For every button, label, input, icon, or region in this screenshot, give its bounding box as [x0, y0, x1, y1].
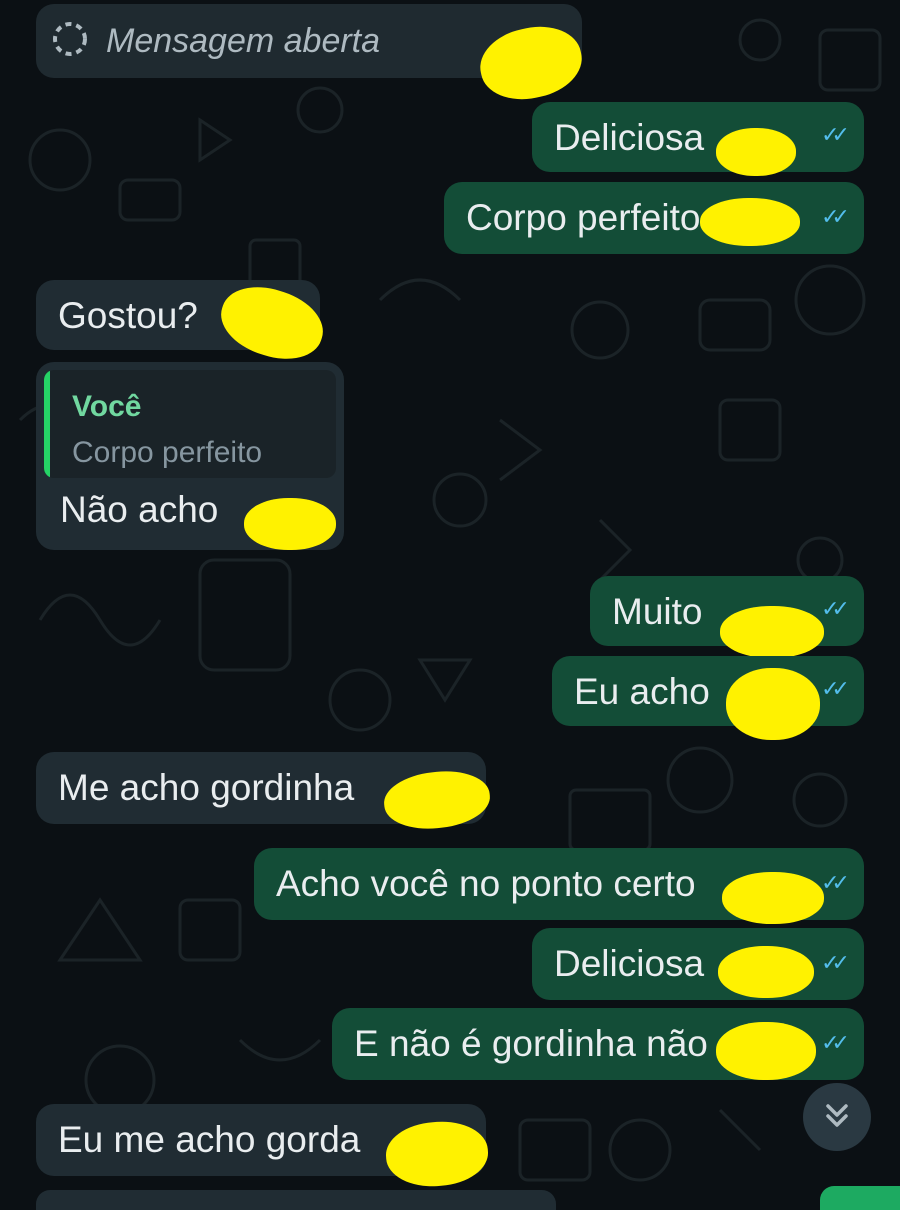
quote-accent-bar	[44, 370, 50, 478]
double-check-icon: ✓✓	[821, 677, 850, 702]
message-text: Corpo perfeito	[466, 197, 701, 238]
redaction-mark	[726, 668, 820, 740]
message-bubble-outgoing[interactable]: Deliciosa ✓✓	[532, 102, 864, 172]
message-text: Não acho	[60, 489, 219, 530]
quoted-message[interactable]: Você Corpo perfeito	[44, 370, 336, 478]
message-text: Muito	[612, 591, 703, 632]
message-text: Me acho gordinha	[58, 767, 355, 808]
view-once-icon	[50, 19, 90, 64]
redaction-mark	[716, 1022, 816, 1080]
message-text: Gostou?	[58, 295, 198, 336]
message-text: Eu me acho gorda	[58, 1119, 361, 1160]
redaction-mark	[700, 198, 800, 246]
redaction-mark	[722, 872, 824, 924]
redaction-mark	[718, 946, 814, 998]
view-once-label: Mensagem aberta	[106, 21, 381, 60]
quote-author: Você	[72, 390, 142, 423]
message-bubble-outgoing[interactable]: Corpo perfeito ✓✓	[444, 182, 864, 254]
message-text: Acho você no ponto certo	[276, 863, 696, 904]
message-text: Deliciosa	[554, 117, 705, 158]
message-text: Eu acho	[574, 671, 710, 712]
double-check-icon: ✓✓	[821, 123, 850, 148]
redaction-mark	[716, 128, 796, 176]
double-check-icon: ✓✓	[821, 205, 850, 230]
fab-edge[interactable]	[820, 1186, 900, 1210]
double-check-icon: ✓✓	[821, 871, 850, 896]
next-message-edge	[36, 1190, 556, 1210]
double-check-icon: ✓✓	[821, 951, 850, 976]
quote-text: Corpo perfeito	[72, 436, 263, 469]
redaction-mark	[244, 498, 336, 550]
message-text: E não é gordinha não	[354, 1023, 708, 1064]
scroll-to-bottom-button[interactable]	[803, 1083, 871, 1151]
redaction-mark	[720, 606, 824, 658]
message-bubble-outgoing[interactable]: Deliciosa ✓✓	[532, 928, 864, 1000]
message-text: Deliciosa	[554, 943, 705, 984]
double-check-icon: ✓✓	[821, 1031, 850, 1056]
double-check-icon: ✓✓	[821, 597, 850, 622]
chevron-double-down-icon	[820, 1098, 854, 1137]
